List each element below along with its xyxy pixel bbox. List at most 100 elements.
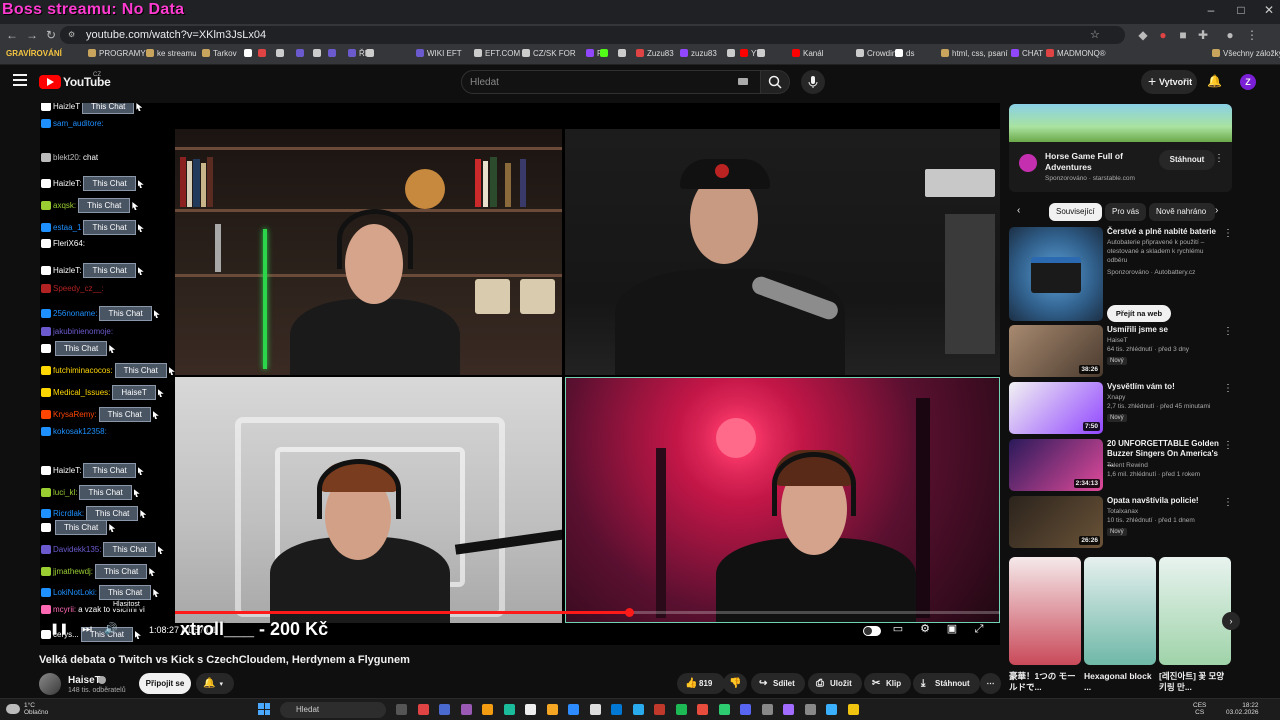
theater-mode-icon[interactable]: ▣ bbox=[945, 622, 959, 636]
bookmark-item[interactable] bbox=[328, 49, 339, 58]
bookmark-item[interactable] bbox=[276, 49, 287, 58]
notification-settings-button[interactable]: 🔔 ▾ bbox=[196, 673, 234, 694]
profile-icon[interactable]: ● bbox=[1222, 27, 1238, 43]
video-player[interactable]: HaizleT This Chat sam_auditore: blekt20: cha… bbox=[40, 103, 1000, 645]
recommended-video[interactable]: 26:26 Opata navštívila policie! Totalxanax… bbox=[1009, 496, 1233, 548]
join-button[interactable]: Připojit se bbox=[139, 673, 191, 694]
video-thumbnail[interactable]: 2:34:13 bbox=[1009, 439, 1103, 491]
bookmark-item[interactable] bbox=[244, 49, 255, 58]
volume-icon[interactable]: 🔊 bbox=[104, 622, 118, 636]
url-bar[interactable]: ⚙ youtube.com/watch?v=XKlm3JsLx04 ☆ bbox=[60, 26, 1125, 44]
channel-name[interactable]: HaiseT bbox=[68, 675, 101, 686]
bookmark-item[interactable]: EFT.COM bbox=[474, 49, 520, 58]
clock[interactable]: 18:22 03.02.2026 bbox=[1226, 702, 1259, 716]
ad2-more-icon[interactable]: ⋮ bbox=[1223, 228, 1233, 239]
video-channel[interactable]: Xnapy bbox=[1107, 393, 1219, 402]
taskbar-app-icon[interactable] bbox=[460, 704, 472, 715]
taskbar-app-icon[interactable] bbox=[396, 704, 407, 715]
youtube-logo[interactable] bbox=[39, 75, 61, 89]
bookmark-item[interactable]: ke streamu bbox=[146, 49, 197, 58]
dislike-button[interactable]: 👎 bbox=[723, 673, 747, 694]
bookmark-item[interactable] bbox=[258, 49, 269, 58]
ad-thumbnail[interactable] bbox=[1009, 227, 1103, 321]
close-window-button[interactable]: ✕ bbox=[1254, 3, 1280, 17]
extension-icon[interactable]: ● bbox=[1155, 27, 1171, 43]
extension-icon[interactable]: ◆ bbox=[1135, 27, 1151, 43]
taskbar-app-icon[interactable] bbox=[804, 704, 816, 715]
save-button[interactable]: ⎙ Uložit bbox=[808, 673, 862, 694]
taskbar-app-icon[interactable] bbox=[783, 704, 794, 715]
sponsored-result[interactable]: Čerstvé a plně nabité baterie Autobateri… bbox=[1009, 227, 1233, 322]
video-more-icon[interactable]: ⋮ bbox=[1223, 440, 1233, 451]
bookmark-item[interactable]: Zuzu83 bbox=[636, 49, 674, 58]
notifications-bell-icon[interactable]: 🔔 bbox=[1207, 74, 1222, 88]
like-button[interactable]: 👍 819 bbox=[677, 673, 725, 694]
taskbar-app-icon[interactable] bbox=[482, 704, 493, 715]
more-actions-button[interactable]: ⋯ bbox=[980, 673, 1001, 694]
taskbar-app-icon[interactable] bbox=[525, 704, 536, 715]
windows-start-icon[interactable] bbox=[258, 703, 270, 715]
taskbar-app-icon[interactable] bbox=[589, 704, 601, 715]
minimize-button[interactable]: – bbox=[1196, 3, 1226, 17]
bookmark-item[interactable]: CHAT bbox=[1011, 49, 1043, 58]
taskbar-app-icon[interactable] bbox=[761, 704, 773, 715]
taskbar-app-icon[interactable] bbox=[568, 704, 579, 715]
search-button[interactable] bbox=[760, 70, 790, 94]
shorts-next-icon[interactable]: › bbox=[1222, 612, 1240, 630]
autoplay-toggle[interactable] bbox=[863, 626, 881, 636]
bookmark-item[interactable]: CZ/SK FOR bbox=[522, 49, 576, 58]
bookmark-item[interactable]: MADMONQ® bbox=[1046, 49, 1106, 58]
short-title[interactable]: 豪華！1つの モールドで... bbox=[1009, 671, 1081, 693]
chip-recent[interactable]: Nově nahráno bbox=[1149, 203, 1215, 221]
download-button[interactable]: ⤓ Stáhnout bbox=[913, 673, 980, 694]
voice-search-button[interactable] bbox=[801, 70, 825, 94]
bookmark-item[interactable] bbox=[296, 49, 307, 58]
bookmark-item[interactable] bbox=[366, 49, 377, 58]
bookmark-item[interactable]: Kanál bbox=[792, 49, 823, 58]
bookmark-item[interactable]: html, css, psaní bbox=[941, 49, 1008, 58]
taskbar-app-icon[interactable] bbox=[611, 704, 622, 715]
hamburger-menu-icon[interactable] bbox=[13, 74, 27, 88]
reload-icon[interactable]: ↻ bbox=[43, 27, 59, 43]
video-channel[interactable]: Talent Rewind bbox=[1107, 461, 1219, 470]
recommended-video[interactable]: 7:50 Vysvětlím vám to! Xnapy 2,7 tis. zhléd… bbox=[1009, 382, 1233, 434]
ad-card[interactable]: Horse Game Full of Adventures Sponzorová… bbox=[1009, 142, 1232, 192]
bookmark-item[interactable]: Crowdin bbox=[856, 49, 896, 58]
video-title[interactable]: Usmířili jsme se bbox=[1107, 325, 1219, 335]
taskbar-app-icon[interactable] bbox=[439, 704, 450, 715]
channel-avatar[interactable] bbox=[39, 673, 61, 695]
bookmark-item[interactable] bbox=[600, 49, 611, 58]
taskbar-app-icon[interactable] bbox=[740, 704, 751, 715]
short-thumbnail[interactable] bbox=[1084, 557, 1156, 665]
taskbar-app-icon[interactable] bbox=[675, 704, 687, 715]
bookmark-star-icon[interactable]: ☆ bbox=[1090, 28, 1100, 41]
ad2-title[interactable]: Čerstvé a plně nabité baterie bbox=[1107, 227, 1219, 237]
taskbar-app-icon[interactable] bbox=[417, 704, 429, 715]
search-input[interactable]: Hledat bbox=[461, 70, 761, 94]
site-info-icon[interactable]: ⚙ bbox=[68, 30, 78, 40]
back-icon[interactable]: ← bbox=[4, 27, 20, 43]
weather-widget[interactable]: 1°C Oblačno bbox=[24, 702, 48, 716]
fullscreen-icon[interactable]: ⤢ bbox=[972, 622, 986, 636]
progress-bar[interactable] bbox=[175, 608, 1000, 617]
bookmark-item[interactable] bbox=[313, 49, 324, 58]
create-button[interactable]: Vytvořit bbox=[1141, 69, 1197, 94]
share-button[interactable]: ↪ Sdílet bbox=[751, 673, 805, 694]
next-icon[interactable]: ⏭ bbox=[80, 622, 94, 636]
all-bookmarks[interactable]: Všechny záložky bbox=[1212, 49, 1280, 58]
bookmark-item[interactable]: WIKI EFT bbox=[416, 49, 462, 58]
taskbar-search[interactable]: Hledat bbox=[280, 702, 386, 718]
clip-button[interactable]: ✂ Klip bbox=[864, 673, 912, 694]
bookmark-item[interactable]: zuzu83 bbox=[680, 49, 717, 58]
video-thumbnail[interactable]: 38:26 bbox=[1009, 325, 1103, 377]
bookmark-item[interactable]: Tarkov bbox=[202, 49, 237, 58]
recommended-video[interactable]: 38:26 Usmířili jsme se HaiseT 64 tis. zhléd… bbox=[1009, 325, 1233, 377]
video-more-icon[interactable]: ⋮ bbox=[1223, 383, 1233, 394]
bookmark-profile-label[interactable]: GRAVÍROVÁNÍ bbox=[6, 49, 62, 58]
taskbar-app-icon[interactable] bbox=[847, 704, 859, 715]
maximize-button[interactable]: □ bbox=[1226, 3, 1256, 17]
bookmark-item[interactable] bbox=[757, 49, 768, 58]
keyboard-icon[interactable] bbox=[738, 78, 748, 85]
extension-icon[interactable]: ■ bbox=[1175, 27, 1191, 43]
extensions-puzzle-icon[interactable]: ✚ bbox=[1195, 27, 1211, 43]
